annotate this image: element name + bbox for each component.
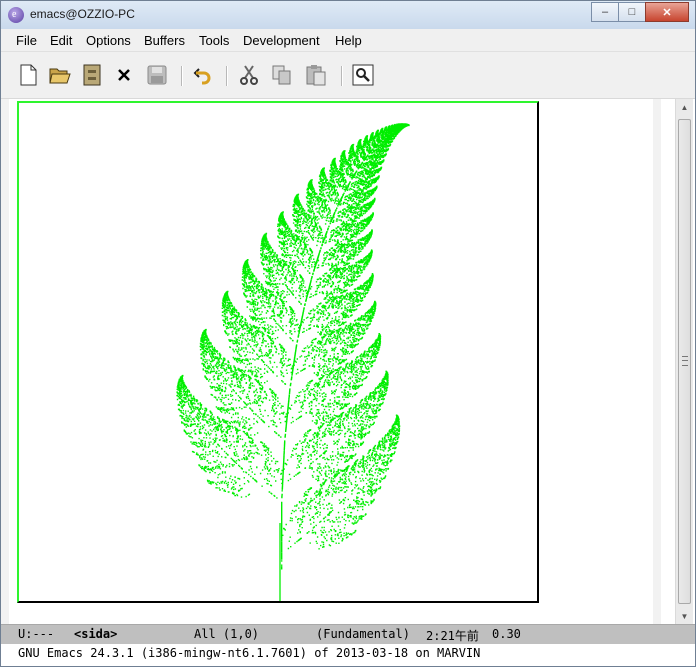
close-buffer-icon	[118, 69, 130, 81]
close-icon: ✕	[662, 6, 672, 19]
left-fringe	[1, 99, 9, 625]
emacs-window: e emacs@OZZIO-PC ‒ □ ✕ File Edit Options…	[0, 0, 696, 667]
open-folder-button[interactable]	[49, 64, 71, 86]
window-controls: ‒ □ ✕	[591, 2, 689, 22]
menu-development[interactable]: Development	[243, 33, 320, 48]
save-button[interactable]	[146, 64, 168, 86]
minimize-button[interactable]: ‒	[591, 2, 619, 22]
fern-points	[176, 123, 410, 570]
vertical-scrollbar[interactable]: ▲ ▼	[675, 99, 693, 625]
scroll-down-icon[interactable]: ▼	[676, 608, 693, 625]
dired-icon	[83, 64, 101, 86]
menu-buffers[interactable]: Buffers	[144, 33, 185, 48]
maximize-icon: □	[628, 6, 636, 18]
modeline-load: 0.30	[492, 627, 521, 641]
undo-icon	[193, 68, 211, 85]
cut-button[interactable]	[238, 64, 260, 86]
tool-bar	[1, 52, 695, 98]
paste-button[interactable]	[305, 64, 327, 86]
menu-help[interactable]: Help	[335, 33, 362, 48]
cut-icon	[240, 65, 258, 85]
buffer-window[interactable]: ▲ ▼	[1, 98, 695, 625]
title-bar[interactable]: e emacs@OZZIO-PC ‒ □ ✕	[1, 1, 695, 29]
copy-button[interactable]	[271, 64, 293, 86]
search-button[interactable]	[352, 64, 374, 86]
emacs-app-icon: e	[8, 7, 24, 23]
modeline-status: U:---	[18, 627, 55, 641]
dired-button[interactable]	[81, 64, 103, 86]
toolbar-separator	[226, 66, 228, 86]
new-file-icon	[20, 64, 37, 86]
scroll-up-icon[interactable]: ▲	[676, 99, 693, 116]
menu-file[interactable]: File	[16, 33, 37, 48]
save-icon	[147, 65, 167, 85]
scrollbar-thumb[interactable]	[678, 119, 691, 604]
copy-icon	[272, 65, 291, 85]
undo-button[interactable]	[192, 64, 214, 86]
open-folder-icon	[49, 68, 71, 84]
toolbar-separator	[341, 66, 343, 86]
maximize-button[interactable]: □	[618, 2, 646, 22]
buffer-image	[17, 101, 539, 603]
minimize-icon: ‒	[601, 6, 609, 18]
mode-line[interactable]: U:--- <sida> All (1,0) (Fundamental) 2:2…	[1, 624, 695, 645]
echo-message: GNU Emacs 24.3.1 (i386-mingw-nt6.1.7601)…	[18, 646, 481, 660]
menu-bar: File Edit Options Buffers Tools Developm…	[1, 29, 695, 52]
menu-options[interactable]: Options	[86, 33, 131, 48]
fern-fractal-image	[176, 123, 410, 601]
echo-area[interactable]: GNU Emacs 24.3.1 (i386-mingw-nt6.1.7601)…	[1, 644, 695, 666]
modeline-time: 2:21午前	[426, 629, 479, 643]
window-title: emacs@OZZIO-PC	[30, 7, 135, 21]
close-buffer-button[interactable]	[113, 64, 135, 86]
new-file-button[interactable]	[17, 64, 39, 86]
toolbar-separator	[181, 66, 183, 86]
close-button[interactable]: ✕	[645, 2, 689, 22]
scrollbar-grip-icon	[682, 356, 688, 366]
search-icon	[352, 64, 374, 86]
modeline-major-mode[interactable]: (Fundamental)	[316, 627, 410, 641]
modeline-buffer-name[interactable]: <sida>	[74, 627, 117, 641]
menu-tools[interactable]: Tools	[199, 33, 229, 48]
right-fringe	[653, 99, 661, 625]
menu-edit[interactable]: Edit	[50, 33, 72, 48]
paste-icon	[306, 65, 326, 86]
modeline-position: All (1,0)	[194, 627, 260, 641]
